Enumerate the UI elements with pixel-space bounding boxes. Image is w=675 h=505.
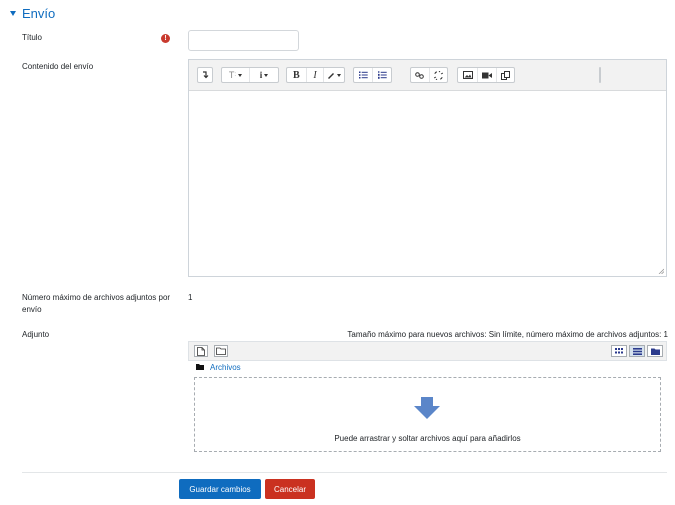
section-title: Envío	[22, 6, 56, 21]
section-toggle-envio[interactable]: Envío	[10, 6, 55, 21]
form-divider	[22, 472, 667, 473]
unordered-list-icon[interactable]	[354, 68, 372, 82]
dropzone-text: Puede arrastrar y soltar archivos aquí p…	[334, 434, 521, 443]
folder-icon	[216, 347, 226, 355]
list-icon	[632, 347, 642, 355]
paragraph-styles-icon[interactable]: T:	[222, 68, 249, 82]
attachment-label: Adjunto	[22, 330, 50, 339]
bold-icon[interactable]: B	[287, 68, 306, 82]
file-icon	[197, 346, 205, 356]
rich-text-editor: T: i B I	[188, 59, 667, 277]
file-limits-text: Tamaño máximo para nuevos archivos: Sin …	[347, 330, 668, 339]
info-icon[interactable]: i	[249, 68, 278, 82]
unlink-icon[interactable]	[428, 68, 448, 82]
italic-icon[interactable]: I	[305, 68, 324, 82]
max-files-label: Número máximo de archivos adjuntos por e…	[22, 293, 171, 314]
arrow-down-icon	[414, 397, 440, 419]
text-color-icon[interactable]	[323, 68, 344, 82]
view-icons-button[interactable]	[611, 345, 627, 357]
title-label: Título	[22, 33, 43, 42]
grid-icon	[615, 348, 623, 354]
chevron-down-icon	[10, 11, 16, 16]
folder-icon	[196, 364, 204, 370]
manage-files-icon[interactable]	[496, 68, 514, 82]
folder-view-icon	[650, 348, 660, 355]
cancel-button[interactable]: Cancelar	[265, 479, 315, 499]
link-icon[interactable]	[411, 68, 429, 82]
save-button[interactable]: Guardar cambios	[179, 479, 261, 499]
title-input[interactable]	[188, 30, 299, 51]
add-file-button[interactable]	[194, 345, 208, 357]
resize-handle-icon[interactable]	[658, 268, 664, 274]
editor-toolbar: T: i B I	[189, 60, 666, 91]
media-icon[interactable]	[477, 68, 496, 82]
content-label: Contenido del envío	[22, 62, 94, 71]
collapse-icon[interactable]	[198, 68, 212, 82]
breadcrumb-archivos[interactable]: Archivos	[210, 362, 241, 374]
ordered-list-icon[interactable]	[372, 68, 391, 82]
create-folder-button[interactable]	[214, 345, 228, 357]
view-tree-button[interactable]	[647, 345, 663, 357]
image-icon[interactable]	[458, 68, 477, 82]
max-files-value: 1	[188, 293, 193, 302]
required-icon: !	[161, 34, 170, 43]
filemanager-toolbar	[188, 341, 667, 361]
view-list-button[interactable]	[629, 345, 645, 357]
editor-content-area[interactable]	[189, 91, 666, 276]
